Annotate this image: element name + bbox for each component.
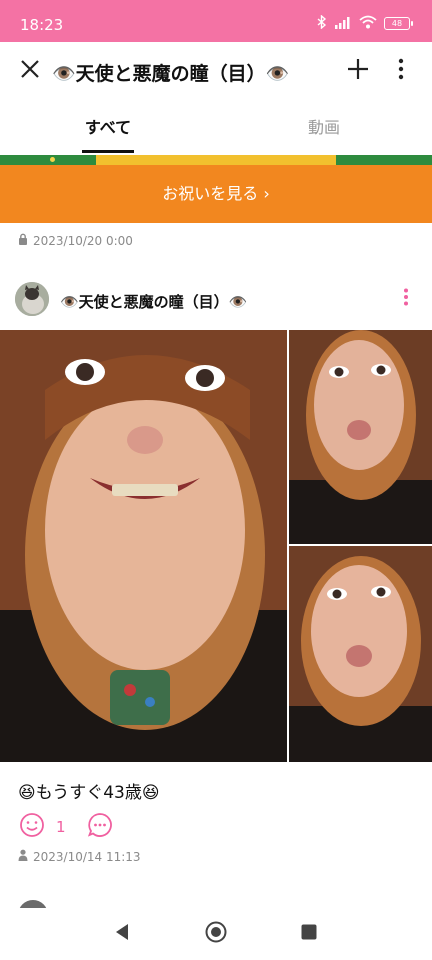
close-icon bbox=[20, 59, 40, 83]
home-button[interactable] bbox=[202, 920, 230, 948]
post-header: 👁️天使と悪魔の瞳（目）👁️ bbox=[0, 282, 432, 320]
photo-grid bbox=[0, 330, 432, 762]
banner-strip-yellow bbox=[96, 155, 336, 165]
signal-icon bbox=[334, 14, 352, 33]
status-icons: 48 bbox=[317, 14, 413, 33]
battery-icon: 48 bbox=[384, 17, 413, 30]
more-vertical-icon bbox=[398, 58, 404, 84]
status-bar: 18:23 48 bbox=[0, 0, 432, 42]
post-more-button[interactable] bbox=[394, 284, 418, 314]
post-date: 2023/10/14 11:13 bbox=[33, 849, 141, 864]
battery-level: 48 bbox=[391, 18, 403, 28]
photo-main[interactable] bbox=[0, 330, 287, 762]
post-author[interactable]: 👁️天使と悪魔の瞳（目）👁️ bbox=[60, 291, 247, 312]
lock-icon bbox=[18, 233, 28, 248]
tab-bar: すべて 動画 bbox=[0, 100, 432, 155]
top-meta-row: 2023/10/20 0:00 bbox=[18, 233, 133, 248]
back-button[interactable] bbox=[108, 920, 136, 948]
back-icon bbox=[114, 923, 130, 945]
post-meta-row: 2023/10/14 11:13 bbox=[18, 849, 141, 864]
view-celebration-button[interactable]: お祝いを見る › bbox=[0, 165, 432, 223]
recents-button[interactable] bbox=[295, 920, 323, 948]
banner-image-strip bbox=[0, 155, 432, 165]
tab-indicator bbox=[82, 150, 134, 153]
like-count: 1 bbox=[56, 818, 66, 836]
system-nav-bar bbox=[0, 908, 432, 960]
recents-icon bbox=[301, 924, 317, 944]
photo-side-top[interactable] bbox=[289, 330, 432, 544]
add-button[interactable] bbox=[341, 54, 375, 88]
app-header: 👁️天使と悪魔の瞳（目）👁️ bbox=[0, 42, 432, 100]
page-title: 👁️天使と悪魔の瞳（目）👁️ bbox=[52, 63, 290, 85]
like-button[interactable] bbox=[18, 813, 46, 841]
banner-strip-dot bbox=[50, 157, 55, 162]
close-button[interactable] bbox=[13, 54, 47, 88]
home-icon bbox=[205, 921, 227, 947]
more-button[interactable] bbox=[384, 54, 418, 88]
tab-video[interactable]: 動画 bbox=[216, 100, 432, 155]
avatar[interactable] bbox=[15, 282, 49, 316]
tab-all[interactable]: すべて bbox=[0, 100, 216, 155]
post-caption: 😆もうすぐ43歳😆 bbox=[18, 783, 160, 803]
plus-icon bbox=[347, 58, 369, 84]
top-meta-date: 2023/10/20 0:00 bbox=[33, 233, 133, 248]
smile-icon bbox=[19, 812, 45, 842]
comment-button[interactable] bbox=[86, 813, 114, 841]
photo-side-bottom[interactable] bbox=[289, 546, 432, 762]
status-time: 18:23 bbox=[20, 16, 64, 34]
comment-icon bbox=[87, 812, 113, 842]
wifi-icon bbox=[359, 14, 377, 33]
bluetooth-icon bbox=[317, 14, 327, 33]
post-actions: 1 bbox=[18, 812, 114, 842]
person-icon bbox=[18, 849, 28, 864]
more-vertical-icon bbox=[403, 288, 409, 310]
